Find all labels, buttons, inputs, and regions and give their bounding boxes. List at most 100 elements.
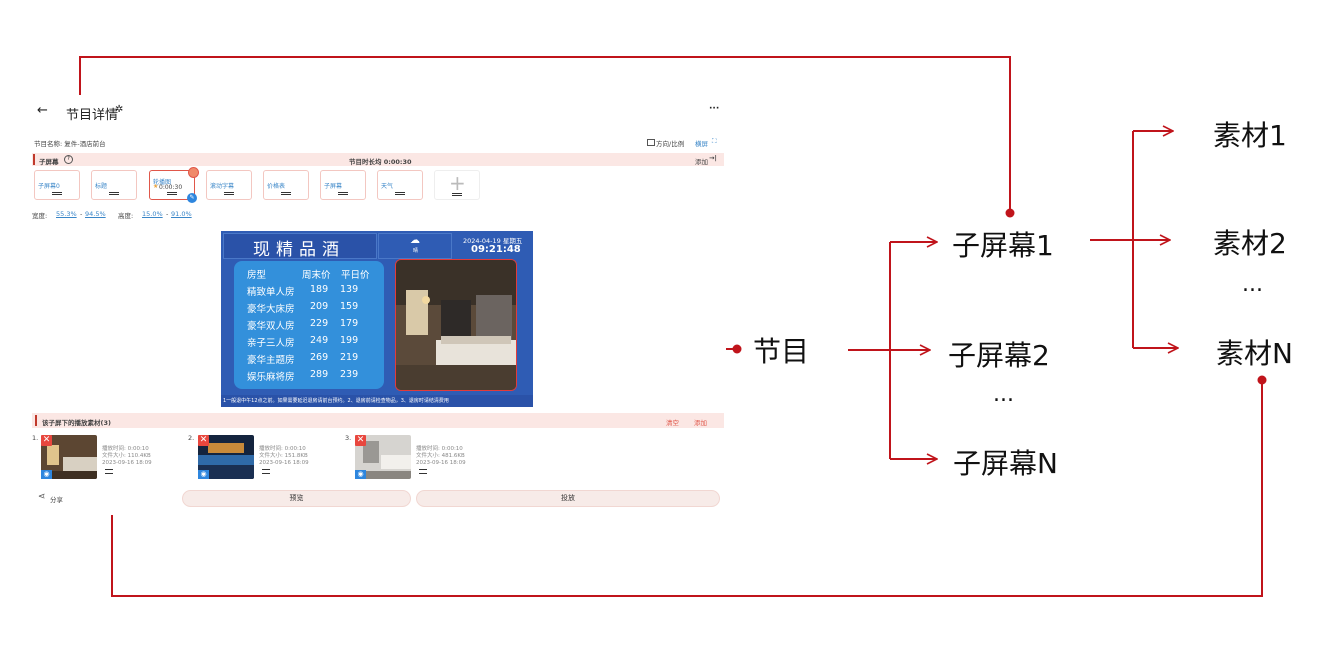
table-header-weekday: 平日价 — [341, 270, 370, 281]
subscreen-1-label: 子屏幕1 — [952, 229, 1054, 262]
material-1-date: 2023-09-16 18:09 — [102, 460, 152, 466]
tile-title[interactable]: 标题 — [91, 170, 137, 200]
height-value-2[interactable]: 91.0% — [171, 210, 192, 218]
subscreen-ellipsis: ... — [993, 382, 1014, 407]
table-header-weekend: 周末价 — [302, 270, 331, 281]
material-2-preview-icon[interactable]: ◉ — [198, 470, 209, 479]
tile-subscreen[interactable]: 子屏幕 — [320, 170, 366, 200]
material-3-play: 播放时间: 0:00:10 — [416, 446, 463, 452]
material-1-preview-icon[interactable]: ◉ — [41, 470, 52, 479]
table-row-3-type: 豪华双人房 — [247, 321, 295, 332]
preview-button[interactable]: 预览 — [182, 490, 411, 507]
page-title: 节目详情 — [66, 108, 119, 123]
material-2-index: 2. — [188, 434, 195, 442]
table-row-4-weekend: 249 — [310, 335, 329, 346]
table-row-6-type: 娱乐麻将房 — [247, 372, 295, 383]
more-icon[interactable]: ··· — [709, 104, 719, 114]
material-1-size: 文件大小: 110.4KB — [102, 453, 151, 459]
preview-title: 现精品酒 — [253, 240, 345, 260]
width-value-1[interactable]: 55.3% — [56, 210, 77, 218]
height-label: 高度: — [118, 212, 134, 220]
subscreen-2-label: 子屏幕2 — [948, 339, 1050, 372]
preview-screen[interactable]: 现精品酒 ☁ 晴 2024-04-19 星期五 09:21:48 房型 周末价 … — [221, 231, 533, 407]
material-3-preview-icon[interactable]: ◉ — [355, 470, 366, 479]
weather-text: 晴 — [413, 248, 419, 254]
tile-edit-icon[interactable]: ✎ — [187, 193, 197, 203]
program-label: 节目 — [753, 335, 810, 368]
material-n-label: 素材N — [1216, 337, 1293, 370]
share-icon[interactable]: ⋖ — [38, 492, 46, 502]
table-row-6-weekend: 289 — [310, 369, 329, 380]
preview-time: 09:21:48 — [471, 244, 521, 255]
add-tile-button[interactable]: + — [434, 170, 480, 200]
share-label[interactable]: 分享 — [50, 494, 63, 504]
add-subscreen-link[interactable]: 添加 — [695, 156, 708, 166]
cloud-icon: ☁ — [410, 235, 420, 246]
material-3-date: 2023-09-16 18:09 — [416, 460, 466, 466]
table-row-5-weekday: 219 — [340, 352, 359, 363]
section-marker — [33, 154, 35, 165]
table-row-1-weekday: 139 — [340, 284, 359, 295]
app-screenshot: ← 节目详情 ✲ ··· 节目名称: 复件-酒店前台 方向/比例 横屏 ⛶ 子屏… — [29, 95, 726, 515]
tile-drag-handle-icon[interactable] — [188, 167, 199, 178]
material-1-delete-icon[interactable]: ✕ — [41, 435, 52, 446]
width-sep: - — [80, 210, 83, 218]
material-3-delete-icon[interactable]: ✕ — [355, 435, 366, 446]
star-icon: ★ — [153, 183, 159, 190]
table-row-1-weekend: 189 — [310, 284, 329, 295]
material-2-delete-icon[interactable]: ✕ — [198, 435, 209, 446]
tile-weather[interactable]: 天气 — [377, 170, 423, 200]
material-ellipsis: ... — [1242, 272, 1263, 297]
table-row-1-type: 精致单人房 — [247, 287, 295, 298]
material-3-size: 文件大小: 481.6KB — [416, 453, 465, 459]
program-name: 节目名称: 复件-酒店前台 — [34, 140, 106, 148]
price-table: 房型 周末价 平日价 精致单人房 189 139 豪华大床房 209 159 豪… — [234, 261, 384, 389]
subscreen-section-title: 子屏幕 — [39, 158, 59, 166]
material-1-label: 素材1 — [1213, 119, 1287, 152]
height-sep: - — [166, 210, 169, 218]
ticker-text: 1一般退中午12点之前。如果需要延迟退房请前台预约。2、退房前请检查物品，3、退… — [223, 398, 449, 404]
material-3-drag-icon[interactable] — [419, 469, 427, 474]
table-header-type: 房型 — [247, 270, 267, 281]
collapse-icon[interactable]: →| — [709, 154, 717, 162]
duration-label: 节目时长均 0:00:30 — [349, 158, 412, 166]
table-row-6-weekday: 239 — [340, 369, 359, 380]
dot-subscreen-1 — [1005, 208, 1015, 218]
material-2-drag-icon[interactable] — [262, 469, 270, 474]
room-photo — [395, 259, 517, 391]
material-3-index: 3. — [345, 434, 352, 442]
dot-material-n — [1257, 375, 1267, 385]
table-row-5-type: 豪华主题房 — [247, 355, 295, 366]
table-row-2-weekend: 209 — [310, 301, 329, 312]
width-label: 宽度: — [32, 212, 48, 220]
table-row-2-weekday: 159 — [340, 301, 359, 312]
materials-section-title: 该子屏下的播放素材(3) — [42, 419, 111, 427]
help-icon[interactable]: ? — [64, 155, 73, 164]
add-material-link[interactable]: 添加 — [694, 417, 707, 427]
material-1-play: 播放时间: 0:00:10 — [102, 446, 149, 452]
tile-scroll-text[interactable]: 滚动字幕 — [206, 170, 252, 200]
orientation-label[interactable]: 方向/比例 — [656, 138, 684, 148]
tile-price-list[interactable]: 价格表 — [263, 170, 309, 200]
table-row-2-type: 豪华大床房 — [247, 304, 295, 315]
settings-icon[interactable]: ✲ — [115, 104, 123, 115]
table-row-5-weekend: 269 — [310, 352, 329, 363]
width-value-2[interactable]: 94.5% — [85, 210, 106, 218]
tile-subscreen0[interactable]: 子屏幕0 — [34, 170, 80, 200]
ticker-bar: 1一般退中午12点之前。如果需要延迟退房请前台预约。2、退房前请检查物品，3、退… — [221, 395, 533, 407]
materials-band — [32, 413, 724, 428]
material-2-size: 文件大小: 151.8KB — [259, 453, 308, 459]
material-2-label: 素材2 — [1213, 227, 1287, 260]
height-value-1[interactable]: 15.0% — [142, 210, 163, 218]
table-row-4-type: 亲子三人房 — [247, 338, 295, 349]
plus-icon: + — [449, 171, 466, 195]
table-row-3-weekend: 229 — [310, 318, 329, 329]
cast-button[interactable]: 投放 — [416, 490, 720, 507]
dot-program — [732, 344, 742, 354]
orientation-value[interactable]: 横屏 — [695, 138, 708, 148]
material-1-drag-icon[interactable] — [105, 469, 113, 474]
clear-link[interactable]: 清空 — [666, 417, 679, 427]
fullscreen-icon[interactable]: ⛶ — [712, 137, 717, 146]
material-1-index: 1. — [32, 434, 39, 442]
back-icon[interactable]: ← — [37, 103, 48, 118]
